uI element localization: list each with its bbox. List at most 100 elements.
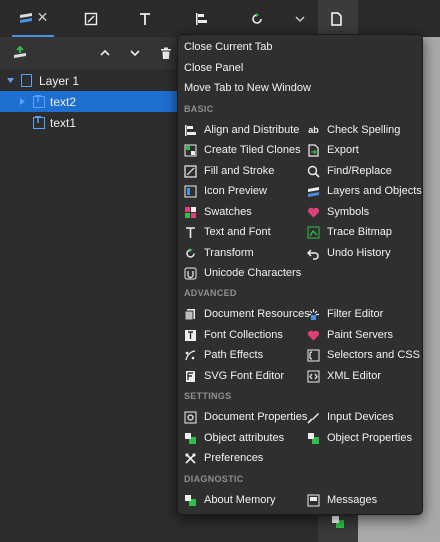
- item-label: text1: [50, 115, 77, 130]
- xml-icon: [307, 370, 320, 383]
- menu-check-spelling[interactable]: ab Check Spelling: [307, 120, 400, 140]
- align-icon: [196, 12, 207, 25]
- item-label: text2: [50, 94, 77, 109]
- tiled-clones-icon: [184, 144, 197, 157]
- menu-unicode-characters[interactable]: Unicode Characters: [184, 263, 301, 283]
- messages-icon: [307, 494, 320, 507]
- new-document-button[interactable]: [326, 0, 346, 37]
- menu-document-properties[interactable]: Document Properties: [184, 407, 307, 427]
- menu-text-font[interactable]: Text and Font: [184, 222, 271, 242]
- menu-symbols[interactable]: Symbols: [307, 202, 369, 222]
- dialog-menu: Close Current Tab Close Panel Move Tab t…: [177, 34, 423, 515]
- menu-swatches[interactable]: Swatches: [184, 202, 252, 222]
- object-properties-icon: [307, 432, 320, 445]
- swatches-icon: [184, 206, 197, 219]
- move-down-button[interactable]: [124, 42, 146, 64]
- svg-font-icon: [184, 370, 197, 383]
- selectors-icon: [307, 349, 320, 362]
- section-settings: SETTINGS: [184, 391, 232, 401]
- chevron-down-icon: [130, 50, 140, 57]
- menu-svg-font-editor[interactable]: SVG Font Editor: [184, 366, 284, 386]
- menu-icon-preview[interactable]: Icon Preview: [184, 181, 267, 201]
- tab-layers-objects[interactable]: ✕: [12, 0, 54, 37]
- unicode-icon: [184, 267, 197, 280]
- tab-overflow-button[interactable]: [290, 0, 310, 37]
- path-effects-icon: [184, 349, 197, 362]
- menu-paint-servers[interactable]: Paint Servers: [307, 325, 393, 345]
- document-properties-icon: [184, 411, 197, 424]
- layer-label: Layer 1: [39, 73, 80, 88]
- input-devices-icon: [307, 411, 320, 424]
- menu-font-collections[interactable]: Font Collections: [184, 325, 283, 345]
- undo-icon: [307, 247, 320, 260]
- text-object-icon: [33, 94, 45, 108]
- dialog-tabbar: [0, 0, 440, 37]
- document-resources-icon: [184, 308, 197, 321]
- trash-icon: [161, 47, 171, 59]
- filter-icon: [307, 308, 320, 321]
- menu-trace-bitmap[interactable]: Trace Bitmap: [307, 222, 392, 242]
- object-icon: [332, 516, 344, 528]
- menu-undo-history[interactable]: Undo History: [307, 243, 391, 263]
- fill-stroke-icon: [84, 12, 98, 25]
- layers-icon: [19, 12, 32, 23]
- preferences-icon: [184, 452, 197, 465]
- menu-filter-editor[interactable]: Filter Editor: [307, 304, 383, 324]
- heart-icon: [307, 329, 320, 342]
- trace-bitmap-icon: [307, 226, 320, 239]
- spelling-icon: ab: [308, 125, 319, 135]
- menu-layers-objects[interactable]: Layers and Objects: [307, 181, 422, 201]
- menu-xml-editor[interactable]: XML Editor: [307, 366, 381, 386]
- menu-find-replace[interactable]: Find/Replace: [307, 161, 392, 181]
- align-icon: [184, 124, 197, 137]
- heart-icon: [307, 206, 320, 219]
- menu-object-properties[interactable]: Object Properties: [307, 428, 412, 448]
- transform-icon: [252, 12, 262, 24]
- chevron-up-icon: [100, 49, 110, 56]
- delete-button[interactable]: [155, 42, 177, 64]
- expander-down-icon[interactable]: [6, 76, 15, 85]
- move-up-button[interactable]: [94, 42, 116, 64]
- menu-align-distribute[interactable]: Align and Distribute: [184, 120, 299, 140]
- text-object-icon: [33, 115, 45, 129]
- document-icon: [331, 11, 342, 26]
- memory-icon: [184, 494, 197, 507]
- search-icon: [307, 165, 320, 178]
- font-collections-icon: [184, 329, 197, 342]
- menu-close-current-tab[interactable]: Close Current Tab: [184, 37, 272, 57]
- menu-input-devices[interactable]: Input Devices: [307, 407, 394, 427]
- menu-export[interactable]: Export: [307, 140, 359, 160]
- section-basic: BASIC: [184, 104, 214, 114]
- menu-document-resources[interactable]: Document Resources: [184, 304, 310, 324]
- menu-fill-stroke[interactable]: Fill and Stroke: [184, 161, 274, 181]
- object-attributes-icon: [184, 432, 197, 445]
- menu-close-panel[interactable]: Close Panel: [184, 58, 243, 78]
- menu-selectors-css[interactable]: Selectors and CSS: [307, 345, 420, 365]
- expander-right-icon[interactable]: [18, 97, 27, 106]
- add-layer-button[interactable]: [9, 42, 31, 64]
- transform-icon: [184, 247, 197, 260]
- menu-transform[interactable]: Transform: [184, 243, 254, 263]
- tab-align-distribute[interactable]: [188, 0, 214, 37]
- layers-icon: [307, 185, 320, 198]
- text-icon: [184, 226, 197, 239]
- menu-move-tab-new-window[interactable]: Move Tab to New Window: [184, 78, 311, 98]
- menu-preferences[interactable]: Preferences: [184, 448, 263, 468]
- menu-messages[interactable]: Messages: [307, 490, 377, 510]
- menu-object-attributes[interactable]: Object attributes: [184, 428, 284, 448]
- text-icon: [140, 12, 150, 25]
- menu-path-effects[interactable]: Path Effects: [184, 345, 263, 365]
- add-layer-icon: [14, 46, 26, 58]
- tab-transform[interactable]: [244, 0, 270, 37]
- tab-fill-stroke[interactable]: [78, 0, 104, 37]
- menu-create-tiled-clones[interactable]: Create Tiled Clones: [184, 140, 301, 160]
- section-advanced: ADVANCED: [184, 288, 237, 298]
- fill-stroke-icon: [184, 164, 197, 178]
- close-tab-icon[interactable]: ✕: [37, 9, 49, 26]
- chevron-down-icon: [295, 15, 305, 22]
- tab-text-font[interactable]: [132, 0, 158, 37]
- export-icon: [307, 143, 320, 157]
- icon-preview-icon: [184, 185, 197, 198]
- section-diagnostic: DIAGNOSTIC: [184, 474, 244, 484]
- menu-about-memory[interactable]: About Memory: [184, 490, 276, 510]
